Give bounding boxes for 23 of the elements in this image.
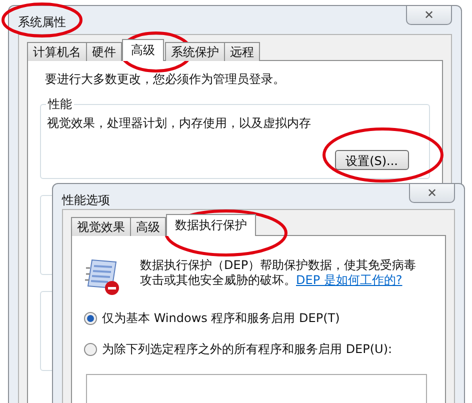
performance-description: 视觉效果，处理器计划，内存使用，以及虚拟内存 <box>47 115 312 132</box>
admin-notice: 要进行大多数更改，您必须作为管理员登录。 <box>45 71 286 88</box>
close-button[interactable]: ✕ <box>406 6 452 25</box>
tab[interactable]: 远程 <box>224 42 260 61</box>
radio-label[interactable]: 仅为基本 Windows 程序和服务启用 DEP(T) <box>102 310 340 327</box>
shield-document-icon <box>84 258 120 296</box>
tab[interactable]: 高级 <box>122 39 164 61</box>
tab[interactable]: 高级 <box>130 217 166 236</box>
tab[interactable]: 系统保护 <box>165 42 225 61</box>
radio-button[interactable] <box>84 343 97 356</box>
tab[interactable]: 数据执行保护 <box>166 214 256 236</box>
dep-description: 数据执行保护（DEP）帮助保护数据，使其免受病毒攻击或其他安全威胁的破坏。DEP 是如何工作的? <box>140 258 418 289</box>
group-label: 性能 <box>46 96 74 113</box>
help-link[interactable]: DEP 是如何工作的? <box>296 273 402 287</box>
close-button[interactable]: ✕ <box>409 184 455 203</box>
window-title: 系统属性 <box>18 14 66 31</box>
tab[interactable]: 硬件 <box>86 42 122 61</box>
radio-label[interactable]: 为除下列选定程序之外的所有程序和服务启用 DEP(U): <box>102 341 392 358</box>
dialog-title: 性能选项 <box>62 192 110 209</box>
tab[interactable]: 计算机名 <box>27 42 87 61</box>
settings-button[interactable]: 设置(S)... <box>334 150 409 170</box>
radio-button[interactable] <box>84 312 97 325</box>
tab[interactable]: 视觉效果 <box>71 217 131 236</box>
